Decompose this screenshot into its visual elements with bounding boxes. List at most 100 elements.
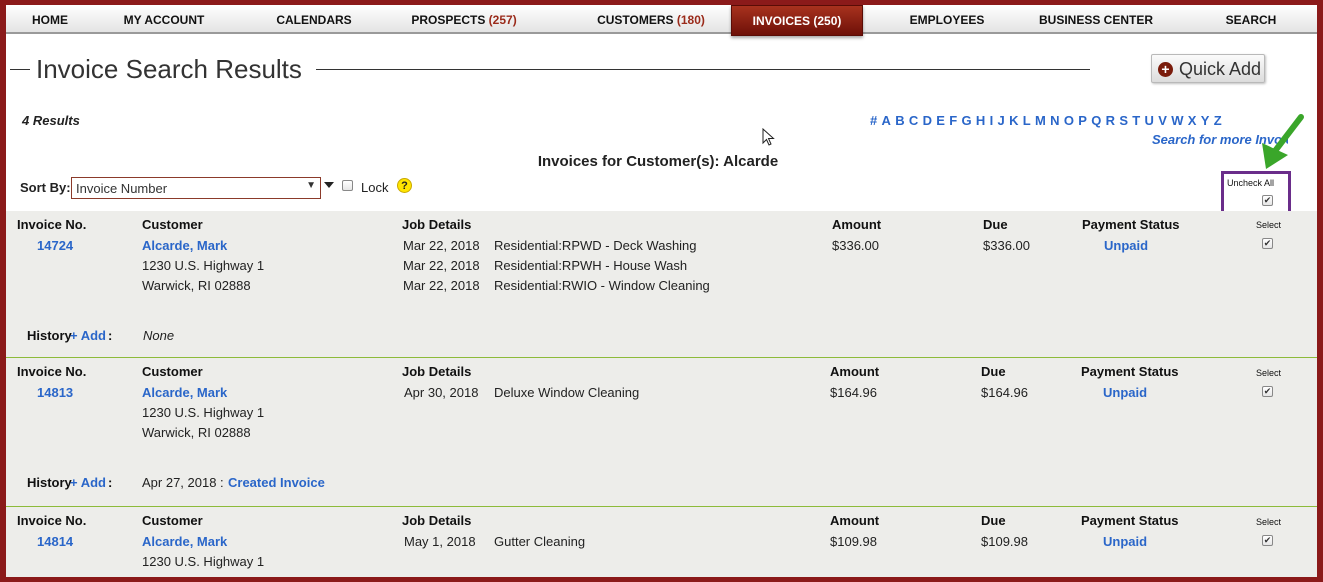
job-date: Mar 22, 2018: [403, 238, 480, 253]
page-title: Invoice Search Results: [36, 54, 302, 84]
help-icon[interactable]: ?: [397, 178, 412, 193]
col-header-amount: Amount: [830, 513, 880, 528]
invoice-number-link[interactable]: 14724: [37, 238, 73, 253]
lock-checkbox[interactable]: [342, 180, 353, 191]
payment-status-link[interactable]: Unpaid: [1103, 534, 1147, 549]
nav-tab-search[interactable]: SEARCH: [1206, 5, 1296, 34]
alpha-filter-p[interactable]: P: [1078, 113, 1087, 128]
col-header-customer: Customer: [142, 364, 203, 379]
col-header-due: Due: [983, 217, 1008, 232]
job-description: Residential:RPWD - Deck Washing: [494, 238, 697, 253]
alpha-filter-w[interactable]: W: [1171, 113, 1183, 128]
alpha-filter-e[interactable]: E: [936, 113, 945, 128]
invoice-card: Invoice No. Customer Job Details Amount …: [6, 358, 1317, 506]
alpha-filter-m[interactable]: M: [1035, 113, 1046, 128]
title-row: Invoice Search Results: [6, 49, 1317, 89]
nav-tab-calendars[interactable]: CALENDARS: [234, 5, 394, 34]
nav-tab-employees[interactable]: EMPLOYEES: [886, 5, 1008, 34]
main-nav: HOME MY ACCOUNT CALENDARS PROSPECTS (257…: [6, 5, 1317, 36]
job-description: Residential:RPWH - House Wash: [494, 258, 688, 273]
quick-add-label: Quick Add: [1179, 59, 1262, 79]
alpha-filter-a[interactable]: A: [882, 113, 891, 128]
alpha-filter-s[interactable]: S: [1119, 113, 1128, 128]
alpha-filter-g[interactable]: G: [962, 113, 972, 128]
invoice-card: Invoice No. Customer Job Details Amount …: [6, 211, 1317, 357]
invoice-amount: $109.98: [830, 534, 877, 549]
alpha-filter-x[interactable]: X: [1188, 113, 1197, 128]
history-add-link[interactable]: + Add: [70, 328, 106, 343]
history-entry-link[interactable]: Created Invoice: [228, 475, 325, 490]
alpha-filter-f[interactable]: F: [949, 113, 957, 128]
col-header-job-details: Job Details: [402, 217, 472, 232]
sort-by-label: Sort By:: [20, 180, 71, 195]
history-label: History: [27, 475, 72, 490]
alpha-filter-d[interactable]: D: [923, 113, 932, 128]
invoice-number-link[interactable]: 14813: [37, 385, 73, 400]
alpha-filter-t[interactable]: T: [1132, 113, 1140, 128]
invoice-select-checkbox[interactable]: ✔: [1262, 238, 1273, 249]
col-header-due: Due: [981, 513, 1006, 528]
col-header-select: Select: [1256, 517, 1282, 527]
nav-tab-customers[interactable]: CUSTOMERS (180): [566, 5, 736, 34]
alpha-filter-o[interactable]: O: [1064, 113, 1074, 128]
sort-by-select[interactable]: Invoice Number ▼: [71, 177, 321, 199]
col-header-due: Due: [981, 364, 1006, 379]
history-add-link[interactable]: + Add: [70, 475, 106, 490]
col-header-invoice-no: Invoice No.: [17, 217, 87, 232]
col-header-payment-status: Payment Status: [1082, 217, 1180, 232]
invoice-select-checkbox[interactable]: ✔: [1262, 535, 1273, 546]
job-description: Residential:RWIO - Window Cleaning: [494, 278, 710, 293]
payment-status-link[interactable]: Unpaid: [1103, 385, 1147, 400]
sort-direction-dropdown-icon[interactable]: [324, 182, 334, 188]
job-date: Apr 30, 2018: [404, 385, 479, 400]
col-header-job-details: Job Details: [402, 364, 472, 379]
customer-name-link[interactable]: Alcarde, Mark: [142, 238, 227, 253]
job-description: Deluxe Window Cleaning: [494, 385, 640, 400]
alpha-filter-y[interactable]: Y: [1201, 113, 1210, 128]
alpha-filter-q[interactable]: Q: [1091, 113, 1101, 128]
quick-add-button[interactable]: + Quick Add: [1151, 54, 1265, 83]
alpha-filter-v[interactable]: V: [1158, 113, 1167, 128]
alpha-filter-n[interactable]: N: [1050, 113, 1059, 128]
alpha-filter-k[interactable]: K: [1009, 113, 1018, 128]
invoice-number-link[interactable]: 14814: [37, 534, 73, 549]
alpha-filter-hash[interactable]: #: [870, 113, 877, 128]
customer-heading: Invoices for Customer(s): Alcarde: [537, 153, 779, 170]
invoice-amount: $164.96: [830, 385, 877, 400]
uncheck-all-checkbox[interactable]: ✔: [1262, 195, 1273, 206]
sort-by-value: Invoice Number: [76, 181, 168, 196]
nav-tab-business-center[interactable]: BUSINESS CENTER: [1021, 5, 1171, 34]
nav-tab-home[interactable]: HOME: [6, 5, 94, 34]
nav-tab-prospects[interactable]: PROSPECTS (257): [394, 5, 534, 34]
alpha-filter-l[interactable]: L: [1023, 113, 1031, 128]
alpha-filter-h[interactable]: H: [976, 113, 985, 128]
plus-icon: +: [1158, 62, 1173, 77]
col-header-invoice-no: Invoice No.: [17, 513, 87, 528]
history-entry-date: Apr 27, 2018 :: [142, 475, 224, 490]
customer-address-line1: 1230 U.S. Highway 1: [142, 405, 265, 420]
alpha-filter-u[interactable]: U: [1145, 113, 1154, 128]
col-header-payment-status: Payment Status: [1081, 364, 1179, 379]
invoice-due: $336.00: [983, 238, 1030, 253]
nav-tab-invoices[interactable]: INVOICES (250): [731, 5, 863, 36]
job-date: May 1, 2018: [404, 534, 476, 549]
payment-status-link[interactable]: Unpaid: [1104, 238, 1148, 253]
alpha-filter-c[interactable]: C: [909, 113, 918, 128]
alpha-filter-i[interactable]: I: [990, 113, 994, 128]
mouse-cursor-icon: [762, 128, 775, 146]
col-header-amount: Amount: [830, 364, 880, 379]
alpha-filter-r[interactable]: R: [1106, 113, 1115, 128]
history-colon: :: [108, 328, 113, 343]
invoice-amount: $336.00: [832, 238, 879, 253]
invoice-select-checkbox[interactable]: ✔: [1262, 386, 1273, 397]
alpha-filter-b[interactable]: B: [895, 113, 904, 128]
alpha-filter-z[interactable]: Z: [1214, 113, 1222, 128]
title-rule-right: [316, 69, 1090, 70]
nav-tab-my-account[interactable]: MY ACCOUNT: [94, 5, 234, 34]
customer-name-link[interactable]: Alcarde, Mark: [142, 534, 227, 549]
customer-address-line1: 1230 U.S. Highway 1: [142, 258, 265, 273]
customer-address-line2: Warwick, RI 02888: [142, 425, 251, 440]
customer-name-link[interactable]: Alcarde, Mark: [142, 385, 227, 400]
alpha-filter-j[interactable]: J: [998, 113, 1005, 128]
col-header-invoice-no: Invoice No.: [17, 364, 87, 379]
